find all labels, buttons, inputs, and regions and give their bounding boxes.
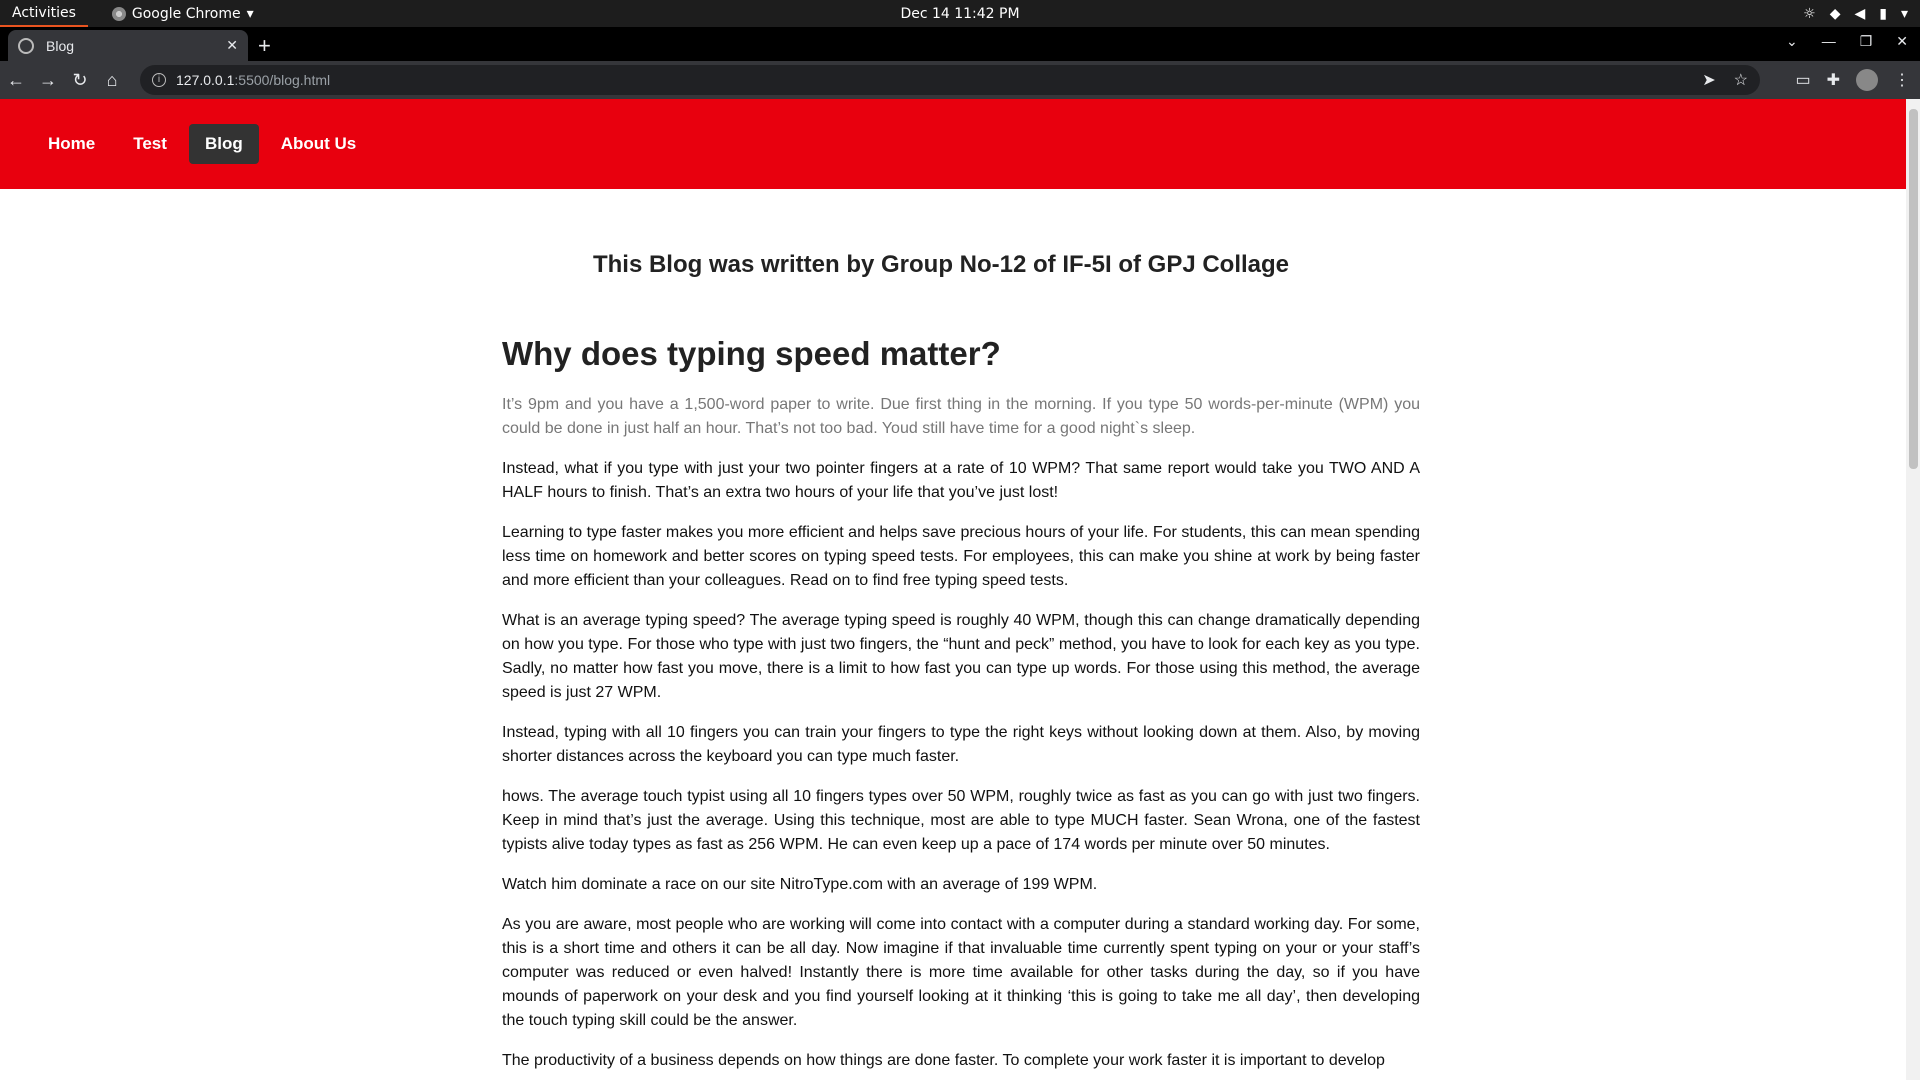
system-tray[interactable]: ☼ ◆ ◀ ▮ ▾ bbox=[1803, 6, 1908, 22]
system-top-bar: Activities Google Chrome ▾ Dec 14 11:42 … bbox=[0, 0, 1920, 27]
tab-search-icon[interactable]: ⌄ bbox=[1786, 33, 1798, 50]
nav-home[interactable]: Home bbox=[32, 124, 111, 164]
new-tab-button[interactable]: + bbox=[258, 33, 271, 59]
app-menu-label: Google Chrome bbox=[131, 5, 241, 22]
send-icon[interactable]: ➤ bbox=[1702, 70, 1715, 90]
url-path: :5500/blog.html bbox=[234, 72, 331, 88]
avatar[interactable] bbox=[1856, 69, 1878, 91]
globe-icon bbox=[18, 37, 34, 54]
paragraph: As you are aware, most people who are wo… bbox=[502, 916, 1420, 1029]
paragraph: Instead, typing with all 10 fingers you … bbox=[502, 724, 1420, 765]
address-bar[interactable]: i 127.0.0.1 :5500/blog.html ➤ ☆ bbox=[140, 65, 1760, 95]
paragraph: Learning to type faster makes you more e… bbox=[502, 524, 1420, 589]
close-icon[interactable]: ✕ bbox=[226, 37, 238, 54]
page-viewport: Home Test Blog About Us This Blog was wr… bbox=[0, 99, 1920, 1080]
battery-icon: ▮ bbox=[1879, 5, 1887, 22]
byline: This Blog was written by Group No-12 of … bbox=[592, 251, 1290, 278]
close-window-icon[interactable]: ✕ bbox=[1896, 33, 1908, 50]
site-nav: Home Test Blog About Us bbox=[0, 99, 1906, 189]
minimize-icon[interactable]: — bbox=[1822, 33, 1836, 50]
nav-blog[interactable]: Blog bbox=[188, 124, 259, 164]
activities-button[interactable]: Activities bbox=[0, 0, 88, 27]
info-icon[interactable]: i bbox=[152, 73, 166, 87]
nav-about-us[interactable]: About Us bbox=[265, 124, 373, 164]
extension-icon[interactable]: ▭ bbox=[1795, 70, 1810, 90]
nav-test[interactable]: Test bbox=[117, 124, 183, 164]
paragraph: What is an average typing speed? The ave… bbox=[502, 612, 1420, 701]
chrome-icon bbox=[111, 6, 126, 21]
app-menu[interactable]: Google Chrome ▾ bbox=[111, 5, 254, 22]
paragraph: Watch him dominate a race on our site Ni… bbox=[502, 876, 1098, 893]
volume-icon: ◀ bbox=[1854, 5, 1866, 22]
tab-title: Blog bbox=[46, 37, 75, 54]
tab-strip: Blog ✕ + ⌄ — ❐ ✕ bbox=[0, 27, 1920, 61]
home-icon[interactable]: ⌂ bbox=[96, 70, 128, 91]
clock[interactable]: Dec 14 11:42 PM bbox=[0, 6, 1920, 22]
brightness-icon: ☼ bbox=[1803, 5, 1816, 22]
maximize-icon[interactable]: ❐ bbox=[1860, 33, 1873, 50]
paragraph: It’s 9pm and you have a 1,500-word paper… bbox=[502, 396, 1420, 437]
reload-icon[interactable]: ↻ bbox=[64, 70, 96, 91]
menu-icon[interactable]: ⋮ bbox=[1894, 70, 1910, 90]
browser-toolbar: ← → ↻ ⌂ i 127.0.0.1 :5500/blog.html ➤ ☆ … bbox=[0, 61, 1920, 99]
chevron-down-icon: ▾ bbox=[246, 5, 254, 22]
paragraph: Instead, what if you type with just your… bbox=[502, 460, 1420, 501]
scrollbar[interactable] bbox=[1906, 99, 1920, 1080]
bookmark-star-icon[interactable]: ☆ bbox=[1734, 70, 1748, 90]
forward-icon[interactable]: → bbox=[32, 70, 64, 91]
wifi-icon: ◆ bbox=[1829, 5, 1841, 22]
paragraph: The productivity of a business depends o… bbox=[502, 1052, 1385, 1069]
article-title: Why does typing speed matter? bbox=[502, 335, 1001, 372]
article: This Blog was written by Group No-12 of … bbox=[500, 251, 1420, 1073]
chevron-down-icon: ▾ bbox=[1900, 5, 1908, 22]
url-host: 127.0.0.1 bbox=[176, 72, 235, 88]
tab-blog[interactable]: Blog ✕ bbox=[8, 30, 248, 61]
back-icon[interactable]: ← bbox=[0, 70, 32, 91]
puzzle-icon[interactable]: ✚ bbox=[1827, 70, 1840, 90]
window-controls: ⌄ — ❐ ✕ bbox=[1786, 33, 1908, 50]
scrollbar-thumb[interactable] bbox=[1909, 109, 1918, 469]
paragraph: hows. The average touch typist using all… bbox=[502, 788, 1420, 853]
